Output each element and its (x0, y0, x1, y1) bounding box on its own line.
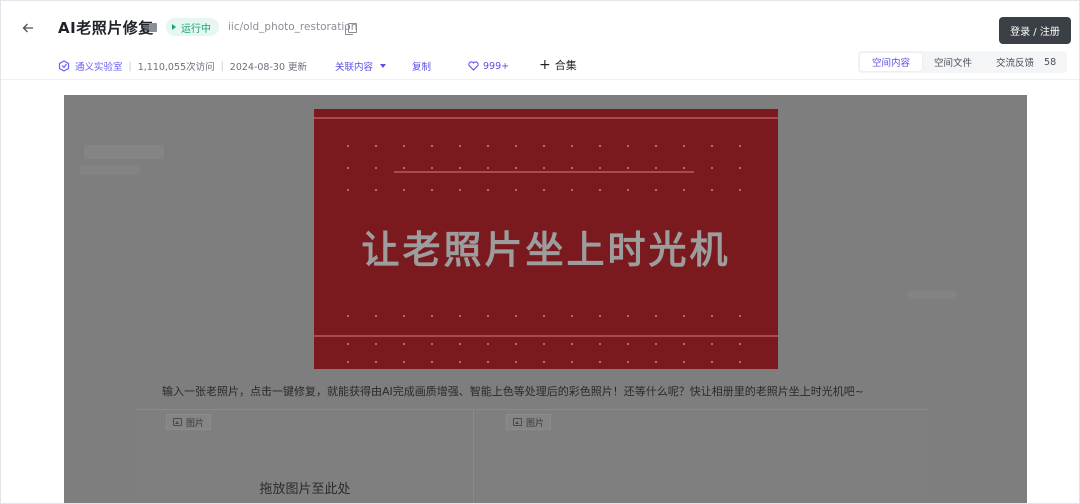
status-text: 运行中 (181, 23, 211, 35)
plus-icon: + (539, 57, 551, 73)
image-icon (513, 418, 522, 426)
org-link[interactable]: 通义实验室 (75, 59, 123, 73)
app-window: AI老照片修复 运行中 iic/old_photo_restoration 登录… (0, 0, 1080, 504)
related-content-dropdown[interactable]: 关联内容 (335, 58, 387, 74)
hero-banner: 让老照片坐上时光机 (314, 109, 778, 369)
copy-icon[interactable] (345, 23, 357, 35)
visit-count: 1,110,055次访问 (137, 62, 215, 73)
image-icon (173, 418, 182, 426)
banner-title: 让老照片坐上时光机 (361, 228, 731, 272)
input-image-panel[interactable]: 图片 拖放图片至此处 (136, 409, 474, 503)
status-badge: 运行中 (166, 18, 219, 36)
related-content-label: 关联内容 (335, 62, 374, 73)
pin-icon[interactable] (149, 23, 157, 32)
collection-label: 合集 (554, 59, 577, 72)
space-tabs: 空间内容 空间文件 交流反馈 58 (858, 51, 1067, 73)
input-image-label: 图片 (166, 414, 212, 430)
meta-info: 通义实验室 | 1,110,055次访问 | 2024-08-30 更新 (58, 58, 307, 74)
chevron-down-icon (380, 64, 387, 68)
login-register-button[interactable]: 登录 / 注册 (999, 17, 1071, 44)
tab-space-content[interactable]: 空间内容 (860, 53, 923, 71)
output-image-label: 图片 (506, 414, 552, 430)
tab-space-files[interactable]: 空间文件 (922, 53, 984, 71)
feedback-count: 58 (1044, 56, 1057, 68)
copy-button[interactable]: 复制 (412, 58, 431, 74)
add-to-collection-button[interactable]: + 合集 (539, 56, 577, 74)
repo-path: iic/old_photo_restoration (228, 21, 358, 33)
app-description: 输入一张老照片，点击一键修复，就能获得由AI完成画质增强、智能上色等处理后的彩色… (162, 385, 864, 398)
back-arrow-icon (22, 23, 33, 33)
org-logo-icon (58, 60, 70, 72)
update-date: 2024-08-30 更新 (229, 62, 308, 73)
tab-feedback[interactable]: 交流反馈 58 (984, 53, 1068, 71)
like-button[interactable]: 999+ (468, 58, 509, 74)
heart-icon (468, 61, 479, 71)
header-divider (1, 79, 1079, 80)
play-icon (172, 24, 176, 30)
page-title: AI老照片修复 (58, 19, 154, 37)
app-content-overlay: 让老照片坐上时光机 输入一张老照片，点击一键修复，就能获得由AI完成画质增强、智… (64, 95, 1027, 503)
output-image-panel: 图片 (476, 409, 928, 503)
like-count: 999+ (483, 60, 510, 72)
drop-hint: 拖放图片至此处 (259, 482, 351, 497)
back-button[interactable] (17, 17, 39, 39)
